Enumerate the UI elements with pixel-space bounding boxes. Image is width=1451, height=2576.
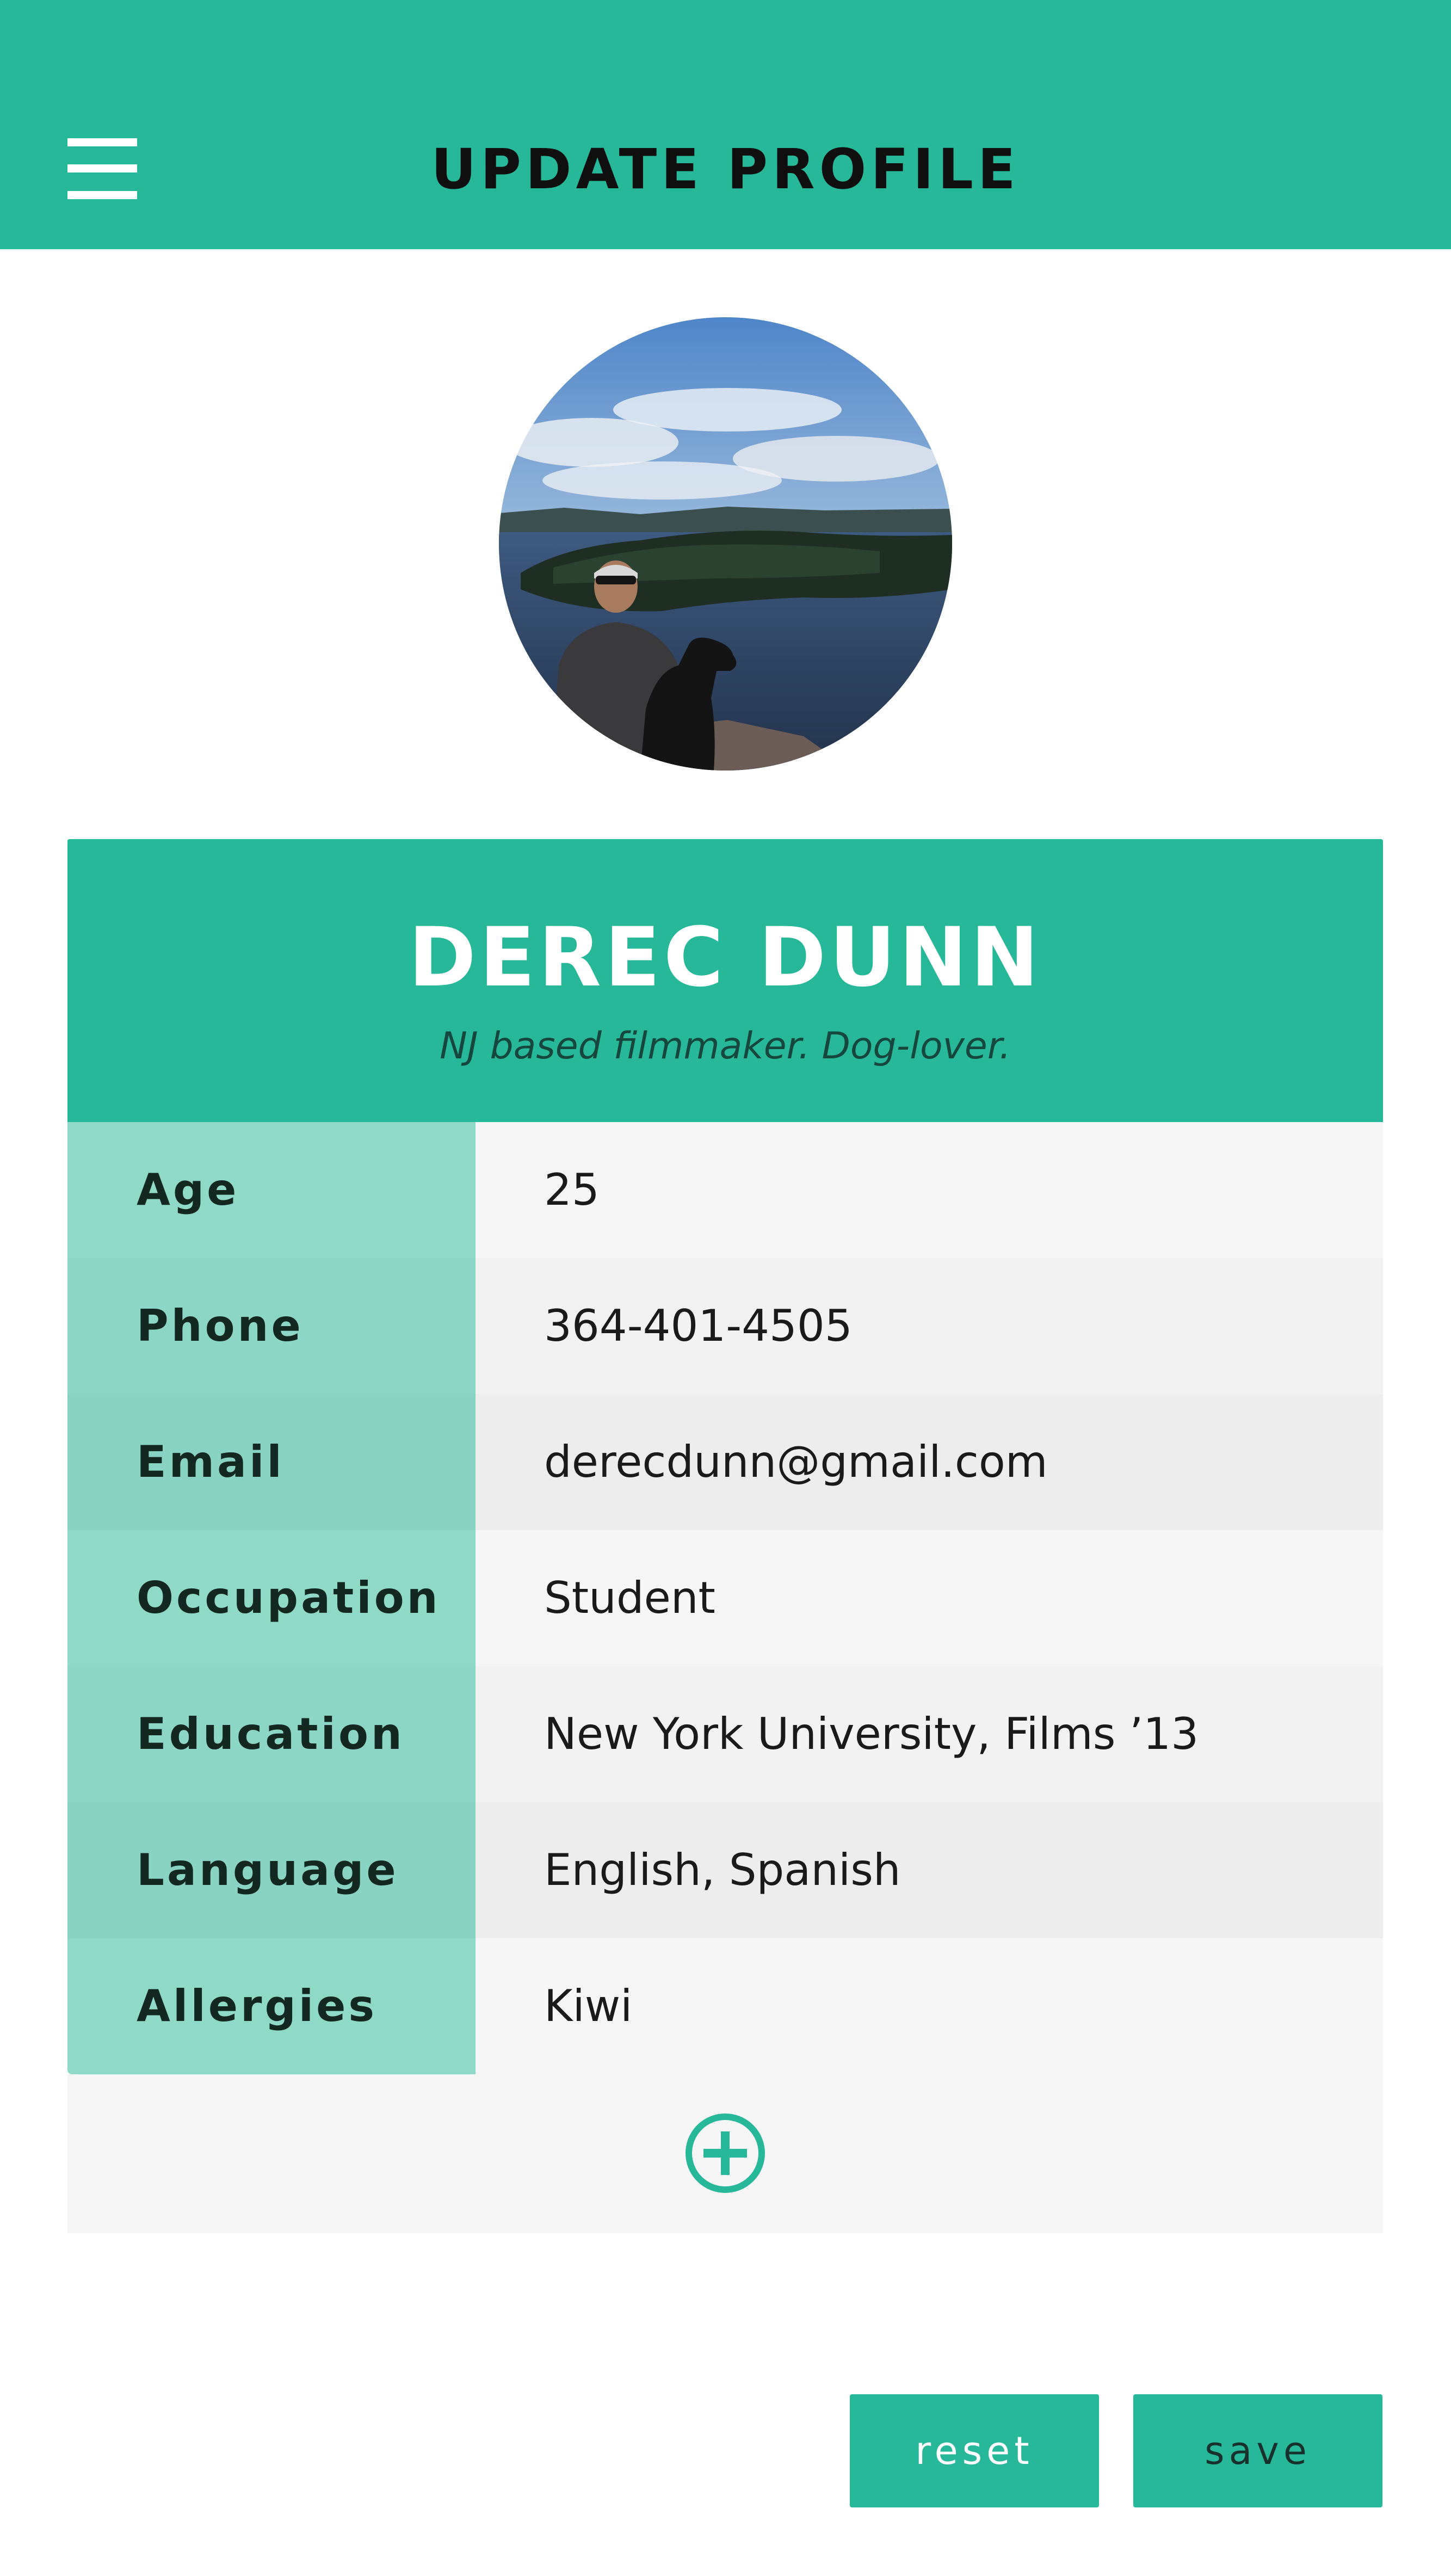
reset-button[interactable]: reset	[850, 2394, 1099, 2507]
plus-circle-icon[interactable]	[684, 2112, 766, 2194]
detail-row-email: Email derecdunn@gmail.com	[67, 1394, 1383, 1530]
detail-label: Email	[67, 1394, 476, 1530]
add-field-area	[67, 2074, 1383, 2233]
detail-row-allergies: Allergies Kiwi	[67, 1938, 1383, 2074]
detail-label: Occupation	[67, 1530, 476, 1666]
detail-row-language: Language English, Spanish	[67, 1802, 1383, 1938]
detail-row-education: Education New York University, Films ’13	[67, 1666, 1383, 1802]
detail-value-field[interactable]: 25	[476, 1122, 1383, 1258]
profile-details-table: Age 25 Phone 364-401-4505 Email derecdun…	[67, 1122, 1383, 2074]
save-button[interactable]: save	[1133, 2394, 1382, 2507]
detail-label: Age	[67, 1122, 476, 1258]
detail-row-phone: Phone 364-401-4505	[67, 1258, 1383, 1394]
avatar[interactable]	[499, 317, 952, 771]
detail-value-field[interactable]: Student	[476, 1530, 1383, 1666]
detail-value-field[interactable]: derecdunn@gmail.com	[476, 1394, 1383, 1530]
detail-row-occupation: Occupation Student	[67, 1530, 1383, 1666]
profile-name: DEREC DUNN	[408, 910, 1042, 1005]
detail-label: Education	[67, 1666, 476, 1802]
detail-label: Language	[67, 1802, 476, 1938]
profile-bio: NJ based filmmaker. Dog-lover.	[439, 1025, 1011, 1068]
detail-row-age: Age 25	[67, 1122, 1383, 1258]
app-header: UPDATE PROFILE	[0, 0, 1451, 249]
detail-value-field[interactable]: Kiwi	[476, 1938, 1383, 2074]
detail-label: Phone	[67, 1258, 476, 1394]
detail-value-field[interactable]: 364-401-4505	[476, 1258, 1383, 1394]
detail-label: Allergies	[67, 1938, 476, 2074]
profile-name-card: DEREC DUNN NJ based filmmaker. Dog-lover…	[67, 839, 1383, 1122]
page-title: UPDATE PROFILE	[431, 137, 1020, 202]
detail-value-field[interactable]: New York University, Films ’13	[476, 1666, 1383, 1802]
detail-value-field[interactable]: English, Spanish	[476, 1802, 1383, 1938]
